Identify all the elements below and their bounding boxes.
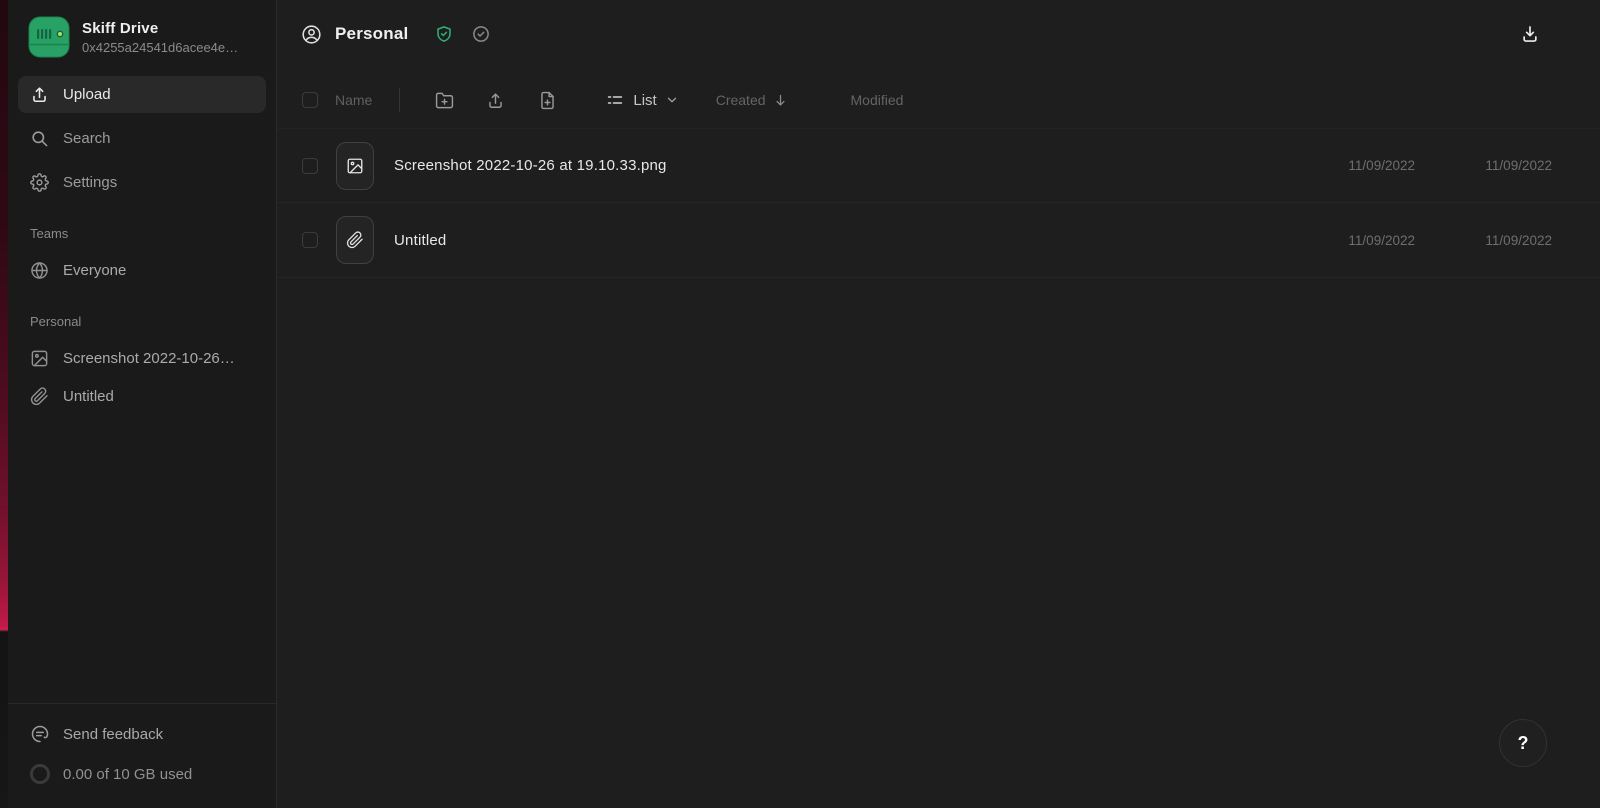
feedback-icon	[30, 724, 50, 744]
paperclip-icon	[30, 386, 49, 406]
row-checkbox[interactable]	[302, 232, 318, 248]
sidebar-item-screenshot-file[interactable]: Screenshot 2022-10-26…	[8, 339, 276, 377]
new-folder-button[interactable]	[435, 91, 454, 110]
everyone-label: Everyone	[63, 261, 127, 279]
storage-usage: 0.00 of 10 GB used	[20, 754, 264, 794]
help-label: ?	[1517, 732, 1529, 753]
sidebar-item-search[interactable]: Search	[18, 120, 266, 157]
select-all-checkbox[interactable]	[302, 92, 318, 108]
name-column-header: Name	[335, 92, 373, 108]
view-mode-dropdown[interactable]: List	[606, 91, 678, 109]
sidebar-item-untitled-file[interactable]: Untitled	[8, 377, 276, 415]
gear-icon	[30, 173, 49, 192]
list-view-icon	[606, 91, 624, 109]
search-icon	[30, 129, 49, 148]
sort-by-modified[interactable]: Modified	[851, 92, 904, 108]
send-feedback-label: Send feedback	[63, 725, 164, 743]
file-list-toolbar: Name List Created Modified	[277, 80, 1600, 120]
send-feedback-button[interactable]: Send feedback	[20, 714, 264, 754]
file-modified-date: 11/09/2022	[1485, 232, 1552, 248]
sidebar-item-settings[interactable]: Settings	[18, 164, 266, 201]
file-name: Screenshot 2022-10-26 at 19.10.33.png	[394, 157, 667, 174]
file-thumbnail	[336, 141, 374, 190]
workspace-text: Skiff Drive 0x4255a24541d6acee4e…	[82, 20, 238, 55]
personal-section-label: Personal	[30, 314, 82, 329]
globe-icon	[30, 261, 49, 280]
sort-by-created[interactable]: Created	[716, 92, 788, 108]
help-button[interactable]: ?	[1499, 719, 1547, 767]
settings-label: Settings	[63, 174, 118, 191]
shield-check-icon	[435, 25, 453, 43]
skiff-drive-logo-icon	[28, 16, 70, 58]
file-modified-date: 11/09/2022	[1485, 158, 1552, 173]
chevron-down-icon	[665, 93, 679, 107]
page-title: Personal	[335, 24, 409, 43]
download-button[interactable]	[1520, 24, 1540, 44]
image-icon	[30, 349, 49, 368]
sidebar: Skiff Drive 0x4255a24541d6acee4e… Upload…	[8, 0, 277, 808]
sidebar-item-everyone[interactable]: Everyone	[8, 251, 276, 289]
upload-button[interactable]: Upload	[18, 76, 266, 113]
paperclip-icon	[346, 231, 364, 249]
untitled-item-label: Untitled	[63, 387, 114, 405]
main-header: Personal	[277, 0, 1600, 68]
file-row-screenshot[interactable]: Screenshot 2022-10-26 at 19.10.33.png 11…	[277, 128, 1600, 203]
user-circle-icon	[301, 24, 322, 45]
file-list: Screenshot 2022-10-26 at 19.10.33.png 11…	[277, 128, 1600, 278]
main-panel: Personal Name List Created Modified Scre…	[277, 0, 1600, 808]
sidebar-footer: Send feedback 0.00 of 10 GB used	[8, 703, 276, 808]
screenshot-item-label: Screenshot 2022-10-26…	[63, 349, 235, 367]
workspace-switcher[interactable]: Skiff Drive 0x4255a24541d6acee4e…	[8, 0, 276, 76]
workspace-address: 0x4255a24541d6acee4e…	[82, 39, 239, 55]
created-column-header: Created	[715, 92, 766, 108]
sort-descending-icon	[773, 93, 788, 108]
file-thumbnail	[336, 216, 374, 264]
file-name: Untitled	[394, 231, 447, 249]
upload-icon	[30, 85, 49, 104]
storage-ring-icon	[30, 764, 50, 784]
view-mode-label: List	[633, 91, 657, 109]
sidebar-nav: Upload Search Settings	[8, 76, 276, 201]
app-title: Skiff Drive	[82, 19, 159, 37]
modified-column-header: Modified	[850, 92, 904, 108]
upload-file-button[interactable]	[486, 91, 505, 110]
file-row-untitled[interactable]: Untitled 11/09/2022 11/09/2022	[277, 203, 1600, 278]
file-created-date: 11/09/2022	[1348, 232, 1415, 248]
desktop-edge-strip	[0, 0, 8, 808]
storage-usage-label: 0.00 of 10 GB used	[63, 765, 193, 783]
circle-check-icon	[472, 25, 490, 43]
upload-label: Upload	[63, 86, 111, 103]
file-created-date: 11/09/2022	[1348, 158, 1415, 173]
new-file-button[interactable]	[538, 91, 557, 110]
teams-section-label: Teams	[30, 226, 69, 241]
search-label: Search	[63, 130, 111, 147]
toolbar-divider	[399, 88, 401, 112]
image-icon	[346, 157, 364, 175]
row-checkbox[interactable]	[302, 157, 318, 174]
